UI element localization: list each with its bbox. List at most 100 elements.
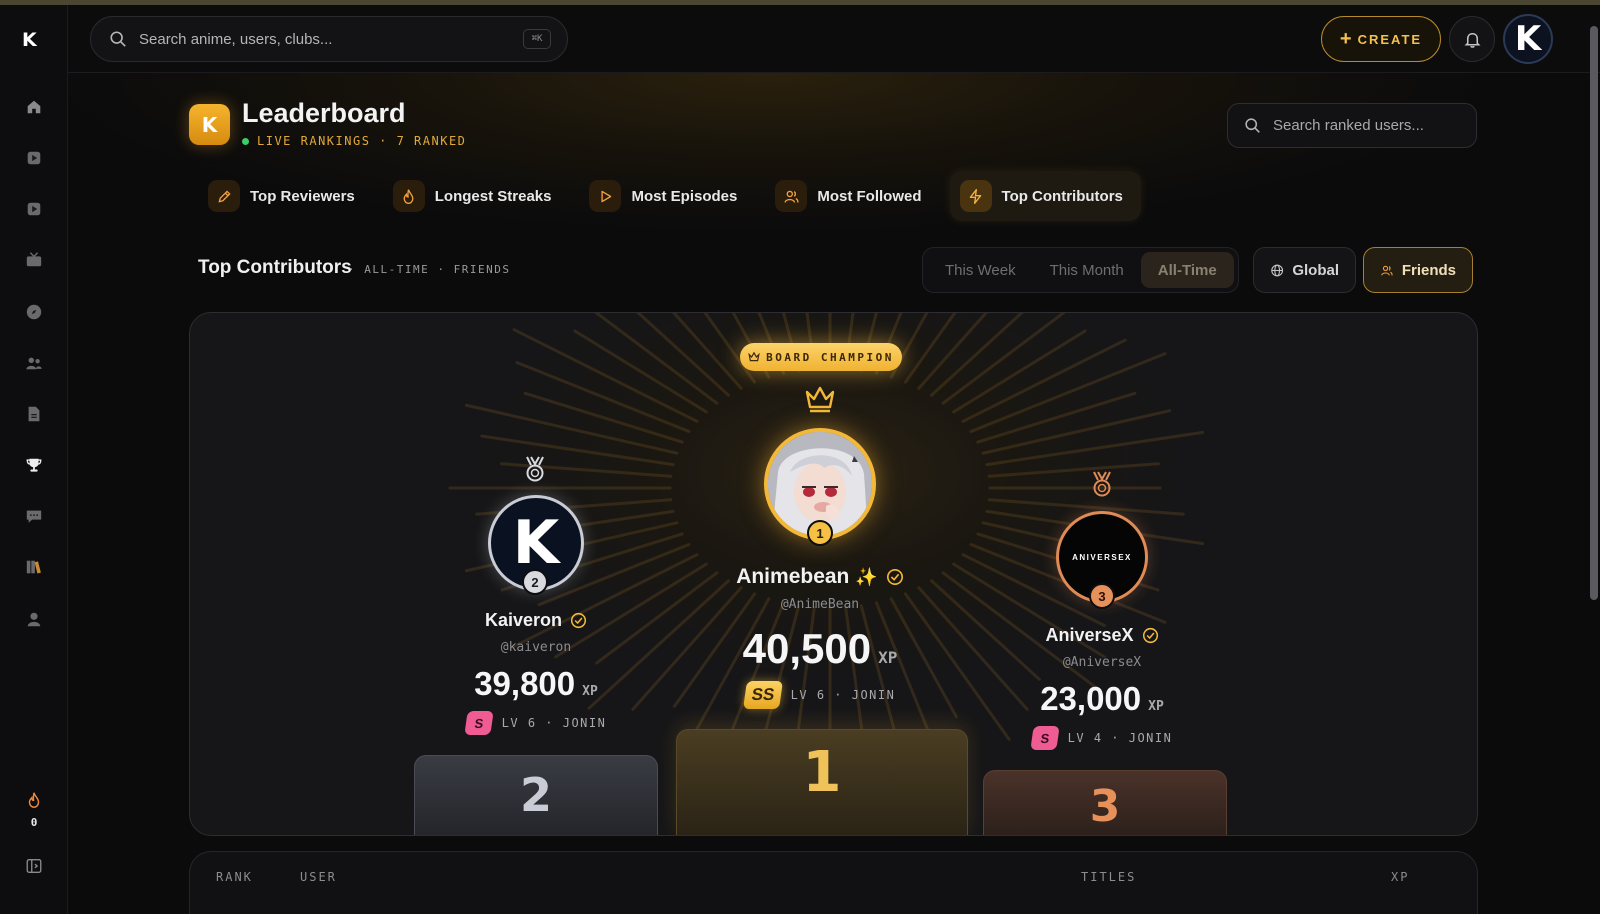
search-placeholder: Search anime, users, clubs... <box>139 30 333 48</box>
grade-badge: S <box>463 711 494 735</box>
third-place-handle: @AniverseX <box>1062 655 1142 670</box>
second-place-handle: @kaiveron <box>500 640 572 655</box>
ranked-users-search-input[interactable]: Search ranked users... <box>1227 103 1477 148</box>
xp-value: 23,000 <box>1040 680 1142 717</box>
chat-icon[interactable] <box>24 506 44 526</box>
section-meta: · ALL-TIME · FRIENDS <box>348 263 511 276</box>
category-tabs: Top Reviewers Longest Streaks Most Episo… <box>198 171 1151 221</box>
third-place-name[interactable]: AniverseX <box>982 625 1222 646</box>
video-icon[interactable] <box>24 199 44 219</box>
tv-icon[interactable] <box>24 250 44 270</box>
crown-icon <box>805 386 835 413</box>
champion-label: BOARD CHAMPION <box>766 350 894 364</box>
column-user: USER <box>300 870 337 884</box>
grade-badge: S <box>1029 726 1060 750</box>
tab-label: Longest Streaks <box>434 187 552 205</box>
tab-top-contributors[interactable]: Top Contributors <box>949 171 1141 221</box>
global-search-input[interactable]: Search anime, users, clubs... ⌘K <box>90 16 568 62</box>
document-icon[interactable] <box>24 404 44 424</box>
users-icon <box>1381 265 1393 276</box>
period-this-week[interactable]: This Week <box>928 252 1033 288</box>
scope-friends-button[interactable]: Friends <box>1363 247 1473 293</box>
first-place-block: 1 <box>676 729 968 835</box>
verified-icon <box>886 568 903 586</box>
live-dot <box>242 137 249 145</box>
period-this-month[interactable]: This Month <box>1033 252 1141 288</box>
level-text: LV 4 · JONIN <box>1067 731 1173 745</box>
play-icon[interactable] <box>24 148 44 168</box>
compass-icon[interactable] <box>24 302 44 322</box>
notifications-button[interactable] <box>1449 16 1495 62</box>
user-name: AniverseX <box>1045 625 1134 645</box>
users-icon[interactable] <box>24 353 44 373</box>
tab-label: Top Contributors <box>1001 187 1123 205</box>
create-button[interactable]: + CREATE <box>1321 16 1441 62</box>
sidebar: K 0 <box>0 5 68 914</box>
xp-value: 39,800 <box>474 665 576 702</box>
ranking-table-header: RANK USER TITLES XP <box>189 851 1478 914</box>
streak-counter[interactable]: 0 <box>22 791 46 829</box>
verified-icon <box>1142 627 1158 644</box>
user-avatar[interactable]: K <box>1503 14 1553 64</box>
xp-unit: XP <box>1148 699 1164 714</box>
flame-icon <box>28 792 40 808</box>
flame-icon <box>392 180 425 212</box>
profile-icon[interactable] <box>24 609 44 629</box>
search-icon <box>1245 118 1260 133</box>
tab-label: Most Episodes <box>631 187 738 205</box>
third-place-block: 3 <box>983 770 1227 835</box>
bolt-icon <box>959 180 992 212</box>
bell-icon <box>1463 32 1481 48</box>
app-logo[interactable]: K <box>22 29 37 51</box>
trophy-icon[interactable] <box>24 455 44 475</box>
podium-card: BOARD CHAMPION 1 Animebean ✨ @AnimeBean … <box>189 312 1478 836</box>
column-titles: TITLES <box>1081 870 1137 884</box>
medal-icon <box>1093 471 1111 497</box>
second-place-xp: 39,800 XP <box>416 665 656 703</box>
home-icon[interactable] <box>24 97 44 117</box>
top-header: Search anime, users, clubs... ⌘K + CREATE… <box>68 5 1600 73</box>
tab-label: Top Reviewers <box>250 187 355 205</box>
tab-most-episodes[interactable]: Most Episodes <box>579 171 755 221</box>
second-place-block: 2 <box>414 755 658 835</box>
sparkle-emoji: ✨ <box>855 566 878 587</box>
verified-icon <box>570 612 587 629</box>
first-place-level: SS LV 6 · JONIN <box>670 681 970 709</box>
tab-most-followed[interactable]: Most Followed <box>765 171 939 221</box>
board-champion-badge: BOARD CHAMPION <box>740 343 902 371</box>
first-place-name[interactable]: Animebean ✨ <box>670 565 970 589</box>
period-all-time[interactable]: All-Time <box>1140 252 1234 288</box>
shortcut-hint: ⌘K <box>523 29 551 49</box>
play-icon <box>589 180 622 212</box>
third-place-level: S LV 4 · JONIN <box>982 726 1222 750</box>
tab-top-reviewers[interactable]: Top Reviewers <box>198 171 373 221</box>
rank-1-badge: 1 <box>807 520 833 546</box>
second-place-name[interactable]: Kaiveron <box>416 610 656 631</box>
scope-global-button[interactable]: Global <box>1253 247 1356 293</box>
third-place-xp: 23,000 XP <box>982 680 1222 718</box>
scope-label: Friends <box>1401 261 1456 279</box>
ranked-search-placeholder: Search ranked users... <box>1273 117 1424 134</box>
tab-longest-streaks[interactable]: Longest Streaks <box>383 171 570 221</box>
tab-label: Most Followed <box>817 187 922 205</box>
rank-3-badge: 3 <box>1089 583 1115 609</box>
medal-icon <box>526 456 544 482</box>
grade-badge: SS <box>742 681 783 709</box>
collapse-sidebar-icon[interactable] <box>24 856 44 876</box>
page-subtitle: LIVE RANKINGS · 7 RANKED <box>242 134 466 148</box>
level-text: LV 6 · JONIN <box>790 688 896 702</box>
subtitle-text: LIVE RANKINGS · 7 RANKED <box>257 134 467 148</box>
create-label: CREATE <box>1357 31 1423 47</box>
leaderboard-logo: K <box>189 104 230 145</box>
rank-2-badge: 2 <box>522 569 548 595</box>
first-place-xp: 40,500 XP <box>670 625 970 673</box>
user-name: Kaiveron <box>484 610 563 630</box>
streak-count: 0 <box>30 816 38 829</box>
plus-icon: + <box>1339 28 1352 50</box>
page-title: Leaderboard <box>242 98 406 128</box>
scrollbar[interactable] <box>1590 26 1598 600</box>
first-place-handle: @AnimeBean <box>780 597 860 612</box>
xp-unit: XP <box>582 684 598 699</box>
library-icon[interactable] <box>24 557 44 577</box>
period-selector: This Week This Month All-Time <box>922 247 1239 293</box>
